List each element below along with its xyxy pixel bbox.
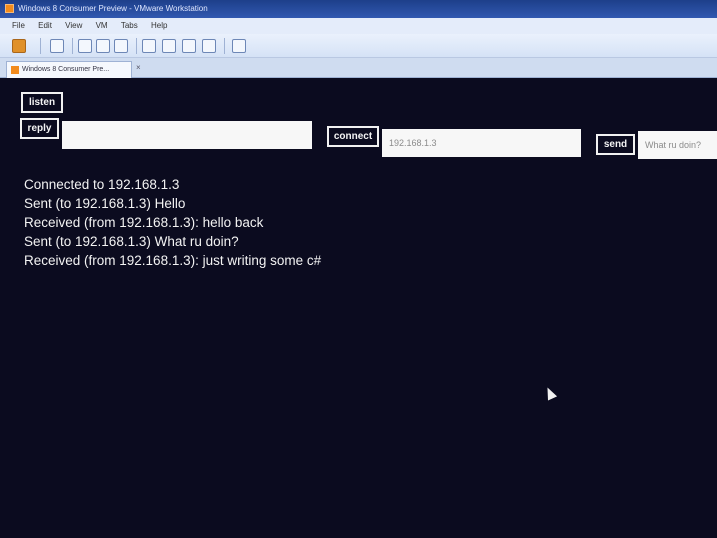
title-bar: Windows 8 Consumer Preview - VMware Work… xyxy=(0,0,717,18)
listen-button[interactable]: listen xyxy=(21,92,63,113)
unity-icon[interactable] xyxy=(182,39,196,53)
log-line: Sent (to 192.168.1.3) Hello xyxy=(24,196,186,211)
thumbnail-icon[interactable] xyxy=(232,39,246,53)
snapshot-icon[interactable] xyxy=(50,39,64,53)
tab-vm[interactable]: Windows 8 Consumer Pre... xyxy=(6,61,132,78)
reply-input[interactable] xyxy=(62,121,312,149)
menu-help[interactable]: Help xyxy=(151,18,167,34)
log-line: Connected to 192.168.1.3 xyxy=(24,177,180,192)
menu-edit[interactable]: Edit xyxy=(38,18,52,34)
tab-label: Windows 8 Consumer Pre... xyxy=(22,66,110,73)
log-line: Received (from 192.168.1.3): hello back xyxy=(24,215,264,230)
toolbar-separator xyxy=(136,38,137,54)
window-title: Windows 8 Consumer Preview - VMware Work… xyxy=(18,4,208,13)
connect-button[interactable]: connect xyxy=(327,126,379,147)
ip-address-input[interactable]: 192.168.1.3 xyxy=(382,129,581,157)
snapshot-manager-icon[interactable] xyxy=(114,39,128,53)
mouse-cursor-icon xyxy=(542,385,558,401)
menu-view[interactable]: View xyxy=(65,18,82,34)
toolbar-separator xyxy=(72,38,73,54)
menu-vm[interactable]: VM xyxy=(96,18,108,34)
chat-app: listen reply connect 192.168.1.3 send Wh… xyxy=(0,79,717,538)
revert-icon[interactable] xyxy=(78,39,92,53)
manage-snapshots-icon[interactable] xyxy=(96,39,110,53)
fullscreen-icon[interactable] xyxy=(162,39,176,53)
reply-button[interactable]: reply xyxy=(20,118,59,139)
vm-tab-icon xyxy=(11,66,19,74)
log-line: Sent (to 192.168.1.3) What ru doin? xyxy=(24,234,239,249)
toolbar-separator xyxy=(40,38,41,54)
vmware-icon xyxy=(5,4,14,13)
menu-tabs[interactable]: Tabs xyxy=(121,18,138,34)
menu-file[interactable]: File xyxy=(12,18,25,34)
menu-bar: File Edit View VM Tabs Help xyxy=(0,18,717,34)
message-log: Connected to 192.168.1.3 Sent (to 192.16… xyxy=(24,175,624,270)
power-icon[interactable] xyxy=(12,39,26,53)
settings-icon[interactable] xyxy=(202,39,216,53)
log-line: Received (from 192.168.1.3): just writin… xyxy=(24,253,322,268)
toolbar xyxy=(0,34,717,58)
screen: Windows 8 Consumer Preview - VMware Work… xyxy=(0,0,717,538)
console-icon[interactable] xyxy=(142,39,156,53)
toolbar-separator xyxy=(224,38,225,54)
message-input[interactable]: What ru doin? xyxy=(638,131,717,159)
close-icon[interactable]: × xyxy=(136,64,141,72)
send-button[interactable]: send xyxy=(596,134,635,155)
tab-strip: Windows 8 Consumer Pre... × xyxy=(0,58,717,78)
